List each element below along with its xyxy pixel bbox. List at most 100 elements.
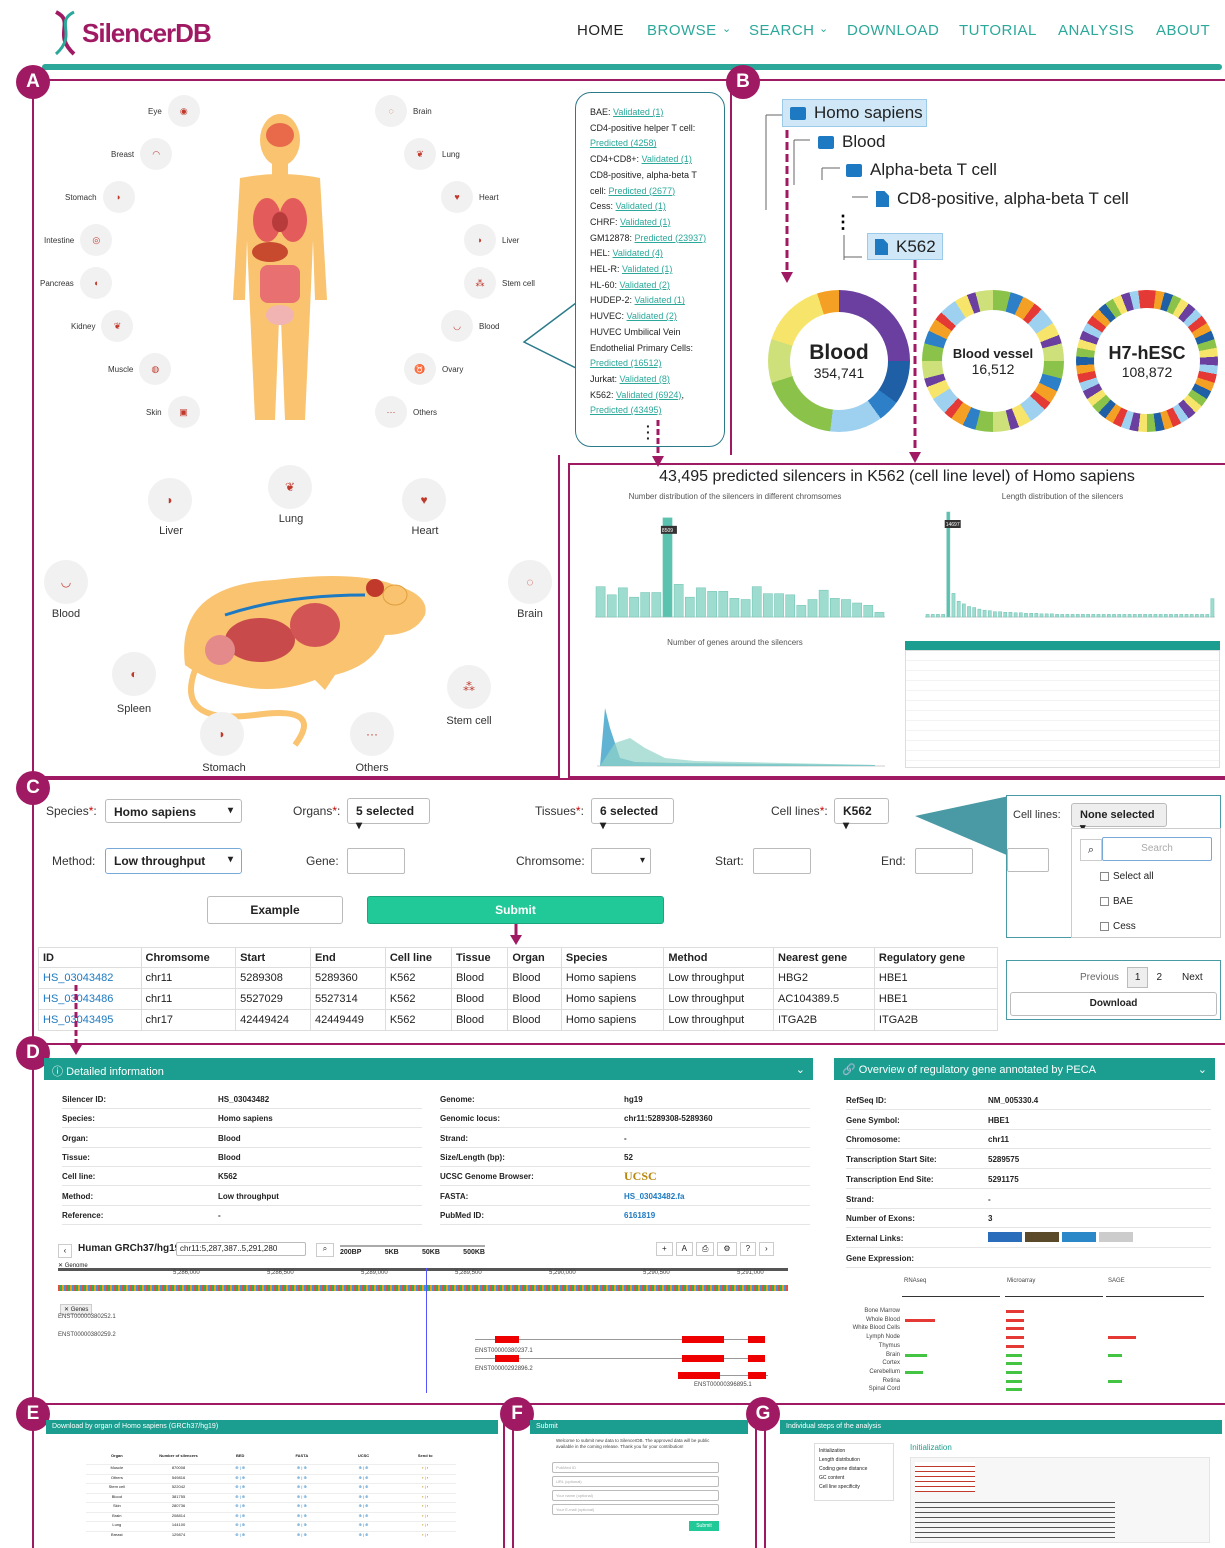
organ-blood[interactable]: ◡ Blood [441,310,499,342]
spleen-icon[interactable]: ◐ [112,652,156,696]
chart-bar[interactable] [774,593,784,618]
chart-bar[interactable] [1029,613,1033,618]
method-select[interactable]: Low throughput ▾ [105,848,242,874]
chart-bar[interactable] [1169,614,1173,618]
chart-bar[interactable] [941,614,945,618]
pager-1[interactable]: 1 [1126,967,1149,988]
chart-bar[interactable] [982,609,987,618]
species-select[interactable]: Homo sapiens ▾ [105,799,242,823]
mouse-organ-blood[interactable]: Blood [21,608,111,620]
panel-g-header[interactable]: Individual steps of the analysis [780,1420,1222,1434]
organ-lung[interactable]: ❦ Lung [404,138,460,170]
submit-button[interactable]: Submit [367,896,664,924]
browser-tools[interactable]: + A ⎙ ⚙? › [656,1242,774,1256]
column-header[interactable]: ID [38,947,142,968]
chart-bar[interactable] [796,605,807,618]
download-link[interactable]: ⊕ | ⊕ [209,1475,271,1483]
column-header[interactable]: Species [560,947,665,968]
mouse-organ-others[interactable]: Others [327,762,417,774]
chevron-down-icon[interactable]: ⌄ [819,22,828,35]
example-button[interactable]: Example [207,896,343,924]
column-header[interactable]: End [309,947,386,968]
organ-stomach[interactable]: Stomach ◗ [65,181,135,213]
dropdown-button[interactable]: None selected ▾ [1071,803,1167,834]
panel-f-input[interactable]: URL (optional) [552,1476,719,1487]
mouse-organ-spleen[interactable]: Spleen [89,703,179,715]
send-to-link[interactable]: ▪ | ▪ [394,1522,456,1530]
chart-bar[interactable] [1195,614,1199,618]
chart-bar[interactable] [1132,614,1137,618]
download-link[interactable]: ⊕ | ⊕ [209,1513,271,1521]
donut-blood-vessel[interactable]: Blood vessel 16,512 [922,290,1064,432]
zoom-scale[interactable]: 200BP 5KB 50KB 500KB [340,1245,485,1256]
pager-2[interactable]: 2 [1156,972,1162,983]
chart-bar[interactable] [1034,613,1039,618]
chart-bar[interactable] [818,589,829,618]
chart-bar[interactable] [1075,614,1080,618]
download-link[interactable]: ⊕ | ⊕ [209,1503,271,1511]
chart-bar[interactable] [1179,614,1184,618]
detail-link[interactable]: HS_03043482.fa [624,1192,685,1201]
cell-count-link[interactable]: Validated (2) [627,311,677,321]
column-header[interactable]: Organ [507,947,562,968]
panel-f-header[interactable]: Submit [530,1420,748,1434]
analysis-step[interactable]: Cell line specificity [819,1483,889,1492]
chart-bar[interactable] [1050,613,1054,618]
chart-bar[interactable] [1044,613,1049,618]
cell-count-link[interactable]: Validated (1) [635,295,685,305]
tissues-select[interactable]: 6 selected ▾ [591,798,674,832]
panel-e-column-header[interactable]: FASTA [271,1453,333,1462]
chart-bar[interactable] [606,594,617,618]
organ-intestine[interactable]: Intestine ◎ [44,224,113,256]
chart-bar[interactable] [841,599,851,618]
chart-bar[interactable] [1117,614,1122,618]
chart-bar[interactable] [874,612,885,618]
column-header[interactable]: Method [663,947,774,968]
donut-h7-hesc[interactable]: H7-hESC 108,872 [1076,290,1218,432]
organ-kidney[interactable]: Kidney ❦ [71,310,134,342]
organ-muscle[interactable]: Muscle ◍ [108,353,172,385]
cell-count-link[interactable]: Validated (4) [613,248,663,258]
download-link[interactable]: ⊕ | ⊕ [333,1513,395,1521]
cell-count-link[interactable]: Validated (6924) [616,390,681,400]
mouse-organ-heart[interactable]: Heart [380,525,470,537]
send-to-link[interactable]: ▪ | ▪ [394,1503,456,1511]
download-link[interactable]: ⊕ | ⊕ [209,1522,271,1530]
column-header[interactable]: Start [235,947,311,968]
cell-count-link[interactable]: Predicted (2677) [609,186,676,196]
panel-f-input[interactable]: PubMed ID [552,1462,719,1473]
chart-bar[interactable] [807,599,818,618]
chart-bar[interactable] [1158,614,1163,618]
start-input[interactable] [753,848,811,874]
download-link[interactable]: ⊕ | ⊕ [271,1522,333,1530]
chart-bar[interactable] [696,587,706,618]
chart-bar[interactable] [729,598,740,618]
others-icon[interactable]: ··· [350,712,394,756]
celllines-select[interactable]: K562 ▾ [834,798,889,832]
silencer-id-link[interactable]: HS_03043482 [38,967,142,989]
organ-liver[interactable]: ◗ Liver [464,224,519,256]
chart-bar[interactable] [1153,614,1158,618]
mouse-organ-stem-cell[interactable]: Stem cell [424,715,514,727]
chart-bar[interactable] [707,591,717,618]
silencer-id-link[interactable]: HS_03043495 [38,1009,142,1031]
panel-e-column-header[interactable]: Number of silencers [148,1453,210,1462]
detail-link[interactable]: 6161819 [624,1211,655,1220]
cell-count-link[interactable]: Validated (1) [622,264,672,274]
chart-bar[interactable] [673,584,684,618]
chart-bar[interactable] [1122,614,1127,618]
panel-f-input[interactable]: Your E-mail (optional) [552,1504,719,1515]
analysis-step[interactable]: GC content [819,1474,889,1483]
chart-bar[interactable] [629,596,639,618]
stomach-icon[interactable]: ◗ [200,712,244,756]
checkbox-icon[interactable] [1100,872,1109,881]
download-link[interactable]: ⊕ | ⊕ [209,1465,271,1473]
download-link[interactable]: ⊕ | ⊕ [333,1484,395,1492]
chart-bar[interactable] [1096,614,1101,618]
organ-breast[interactable]: Breast ◠ [111,138,173,170]
column-header[interactable]: Regulatory gene [873,947,999,968]
download-button[interactable]: Download [1010,992,1217,1016]
organ-pancreas[interactable]: Pancreas ◖ [40,267,112,299]
cell-count-link[interactable]: Predicted (16512) [590,358,662,368]
panel-f-submit-button[interactable]: Submit [689,1521,719,1531]
